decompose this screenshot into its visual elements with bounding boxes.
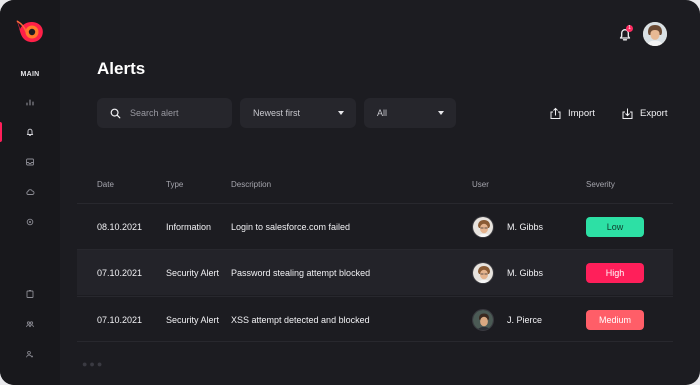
row-user: M. Gibbs: [472, 250, 543, 296]
avatar: [472, 309, 494, 331]
severity-badge: Medium: [586, 310, 644, 330]
row-type: Security Alert: [166, 268, 220, 278]
row-date: 08.10.2021: [97, 222, 143, 232]
import-button[interactable]: Import: [549, 107, 595, 120]
sidebar-item-cloud[interactable]: [0, 183, 60, 201]
sidebar-item-user-settings[interactable]: [0, 345, 60, 363]
app-window: MAIN ●●● 1 Alerts Search alert Newest fi…: [0, 0, 700, 385]
table-row[interactable]: 07.10.2021 Security Alert XSS attempt de…: [77, 296, 673, 342]
chevron-down-icon: [438, 111, 444, 115]
row-date: 07.10.2021: [97, 315, 143, 325]
row-description: XSS attempt detected and blocked: [231, 315, 370, 325]
search-input[interactable]: [130, 108, 220, 118]
table-row[interactable]: 07.10.2021 Security Alert Password steal…: [77, 249, 673, 295]
column-header-type[interactable]: Type: [166, 180, 183, 189]
bar-chart-icon: [26, 99, 34, 106]
sidebar: MAIN: [0, 0, 60, 385]
row-date: 07.10.2021: [97, 268, 143, 278]
row-type: Security Alert: [166, 315, 220, 325]
row-user-name: M. Gibbs: [507, 268, 544, 278]
sort-select[interactable]: Newest first: [240, 98, 356, 128]
column-header-description[interactable]: Description: [231, 180, 271, 189]
row-description: Password stealing attempt blocked: [231, 268, 371, 278]
search-icon: [110, 108, 121, 118]
row-description: Login to salesforce.com failed: [231, 222, 351, 232]
settings-icon: [26, 218, 34, 226]
avatar: [472, 262, 494, 284]
import-label: Import: [568, 108, 595, 119]
column-header-date[interactable]: Date: [97, 180, 114, 189]
severity-badge: High: [586, 263, 644, 283]
sidebar-item-alerts[interactable]: [0, 122, 60, 142]
team-icon: [26, 321, 34, 328]
table-row[interactable]: 08.10.2021 Information Login to salesfor…: [77, 203, 673, 249]
app-logo-icon[interactable]: [12, 16, 46, 46]
cloud-icon: [26, 189, 35, 195]
row-severity: Medium: [586, 297, 644, 343]
page-title: Alerts: [97, 59, 146, 78]
alert-bell-icon: [26, 128, 34, 136]
sidebar-item-inbox[interactable]: [0, 153, 60, 171]
row-severity: High: [586, 250, 644, 296]
search-box[interactable]: [97, 98, 232, 128]
user-settings-icon: [26, 351, 33, 358]
reports-icon: [26, 290, 34, 298]
sidebar-item-settings[interactable]: [0, 213, 60, 231]
severity-badge: Low: [586, 217, 644, 237]
column-header-user[interactable]: User: [472, 180, 489, 189]
upload-icon: [550, 107, 561, 119]
row-user: M. Gibbs: [472, 204, 543, 250]
avatar: [472, 216, 494, 238]
sidebar-item-reports[interactable]: [0, 285, 60, 303]
sidebar-item-team[interactable]: [0, 315, 60, 333]
export-button[interactable]: Export: [621, 107, 667, 120]
row-user: J. Pierce: [472, 297, 542, 343]
chevron-down-icon: [338, 111, 344, 115]
severity-filter-select[interactable]: All: [364, 98, 456, 128]
row-type: Information: [166, 222, 212, 232]
sort-select-value: Newest first: [253, 108, 301, 118]
current-user-avatar[interactable]: [643, 22, 667, 46]
row-severity: Low: [586, 204, 644, 250]
notification-count-badge: 1: [626, 25, 633, 32]
row-user-name: M. Gibbs: [507, 222, 544, 232]
severity-filter-value: All: [377, 108, 388, 118]
row-user-name: J. Pierce: [507, 315, 543, 325]
column-header-severity[interactable]: Severity: [586, 180, 615, 189]
inbox-icon: [26, 158, 34, 166]
more-dots-icon[interactable]: ●●●: [82, 359, 104, 369]
download-icon: [622, 108, 633, 119]
sidebar-section-label: MAIN: [20, 71, 40, 78]
export-label: Export: [640, 108, 668, 119]
sidebar-item-dashboard[interactable]: [0, 93, 60, 111]
